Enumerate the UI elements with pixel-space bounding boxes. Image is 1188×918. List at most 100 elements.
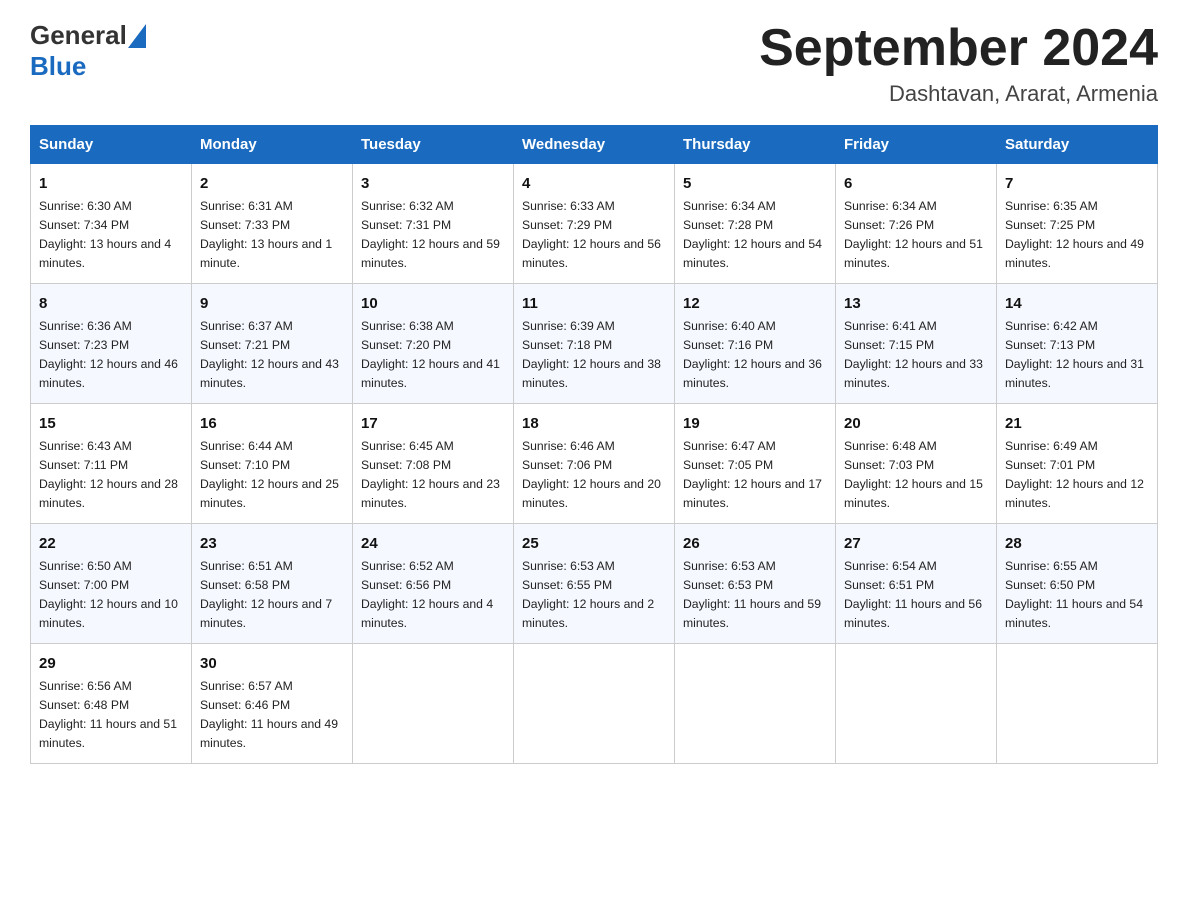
- calendar-cell: 15Sunrise: 6:43 AMSunset: 7:11 PMDayligh…: [31, 403, 192, 523]
- day-number: 8: [39, 292, 183, 315]
- calendar-cell: 26Sunrise: 6:53 AMSunset: 6:53 PMDayligh…: [675, 523, 836, 643]
- day-info: Sunrise: 6:56 AMSunset: 6:48 PMDaylight:…: [39, 677, 183, 753]
- location-subtitle: Dashtavan, Ararat, Armenia: [759, 81, 1158, 107]
- day-number: 3: [361, 172, 505, 195]
- day-info: Sunrise: 6:40 AMSunset: 7:16 PMDaylight:…: [683, 317, 827, 393]
- calendar-cell: 10Sunrise: 6:38 AMSunset: 7:20 PMDayligh…: [353, 284, 514, 404]
- day-number: 10: [361, 292, 505, 315]
- day-number: 27: [844, 532, 988, 555]
- calendar-cell: 11Sunrise: 6:39 AMSunset: 7:18 PMDayligh…: [514, 284, 675, 404]
- day-info: Sunrise: 6:34 AMSunset: 7:26 PMDaylight:…: [844, 197, 988, 273]
- day-number: 9: [200, 292, 344, 315]
- day-info: Sunrise: 6:55 AMSunset: 6:50 PMDaylight:…: [1005, 557, 1149, 633]
- day-info: Sunrise: 6:53 AMSunset: 6:53 PMDaylight:…: [683, 557, 827, 633]
- title-block: September 2024 Dashtavan, Ararat, Armeni…: [759, 20, 1158, 107]
- calendar-cell: 30Sunrise: 6:57 AMSunset: 6:46 PMDayligh…: [192, 643, 353, 763]
- col-header-thursday: Thursday: [675, 126, 836, 164]
- calendar-cell: 24Sunrise: 6:52 AMSunset: 6:56 PMDayligh…: [353, 523, 514, 643]
- day-number: 5: [683, 172, 827, 195]
- logo-blue-text: Blue: [30, 51, 86, 81]
- day-info: Sunrise: 6:51 AMSunset: 6:58 PMDaylight:…: [200, 557, 344, 633]
- calendar-cell: 14Sunrise: 6:42 AMSunset: 7:13 PMDayligh…: [997, 284, 1158, 404]
- calendar-cell: 20Sunrise: 6:48 AMSunset: 7:03 PMDayligh…: [836, 403, 997, 523]
- day-info: Sunrise: 6:44 AMSunset: 7:10 PMDaylight:…: [200, 437, 344, 513]
- calendar-cell: 7Sunrise: 6:35 AMSunset: 7:25 PMDaylight…: [997, 164, 1158, 284]
- day-info: Sunrise: 6:47 AMSunset: 7:05 PMDaylight:…: [683, 437, 827, 513]
- calendar-cell: 19Sunrise: 6:47 AMSunset: 7:05 PMDayligh…: [675, 403, 836, 523]
- col-header-sunday: Sunday: [31, 126, 192, 164]
- day-number: 6: [844, 172, 988, 195]
- day-info: Sunrise: 6:36 AMSunset: 7:23 PMDaylight:…: [39, 317, 183, 393]
- day-number: 19: [683, 412, 827, 435]
- calendar-cell: 8Sunrise: 6:36 AMSunset: 7:23 PMDaylight…: [31, 284, 192, 404]
- day-info: Sunrise: 6:54 AMSunset: 6:51 PMDaylight:…: [844, 557, 988, 633]
- day-number: 21: [1005, 412, 1149, 435]
- calendar-cell: 12Sunrise: 6:40 AMSunset: 7:16 PMDayligh…: [675, 284, 836, 404]
- day-number: 13: [844, 292, 988, 315]
- calendar-cell: 29Sunrise: 6:56 AMSunset: 6:48 PMDayligh…: [31, 643, 192, 763]
- day-number: 22: [39, 532, 183, 555]
- day-number: 17: [361, 412, 505, 435]
- calendar-cell: 5Sunrise: 6:34 AMSunset: 7:28 PMDaylight…: [675, 164, 836, 284]
- day-number: 7: [1005, 172, 1149, 195]
- calendar-cell: 9Sunrise: 6:37 AMSunset: 7:21 PMDaylight…: [192, 284, 353, 404]
- calendar-cell: 21Sunrise: 6:49 AMSunset: 7:01 PMDayligh…: [997, 403, 1158, 523]
- day-info: Sunrise: 6:42 AMSunset: 7:13 PMDaylight:…: [1005, 317, 1149, 393]
- day-number: 12: [683, 292, 827, 315]
- calendar-cell: 3Sunrise: 6:32 AMSunset: 7:31 PMDaylight…: [353, 164, 514, 284]
- calendar-cell: 13Sunrise: 6:41 AMSunset: 7:15 PMDayligh…: [836, 284, 997, 404]
- day-info: Sunrise: 6:33 AMSunset: 7:29 PMDaylight:…: [522, 197, 666, 273]
- day-number: 11: [522, 292, 666, 315]
- col-header-monday: Monday: [192, 126, 353, 164]
- day-info: Sunrise: 6:50 AMSunset: 7:00 PMDaylight:…: [39, 557, 183, 633]
- calendar-week-row: 1Sunrise: 6:30 AMSunset: 7:34 PMDaylight…: [31, 164, 1158, 284]
- calendar-cell: 23Sunrise: 6:51 AMSunset: 6:58 PMDayligh…: [192, 523, 353, 643]
- day-number: 1: [39, 172, 183, 195]
- day-number: 23: [200, 532, 344, 555]
- day-number: 16: [200, 412, 344, 435]
- day-info: Sunrise: 6:30 AMSunset: 7:34 PMDaylight:…: [39, 197, 183, 273]
- calendar-cell: 1Sunrise: 6:30 AMSunset: 7:34 PMDaylight…: [31, 164, 192, 284]
- day-number: 30: [200, 652, 344, 675]
- calendar-cell: [836, 643, 997, 763]
- day-number: 14: [1005, 292, 1149, 315]
- calendar-cell: [997, 643, 1158, 763]
- day-info: Sunrise: 6:45 AMSunset: 7:08 PMDaylight:…: [361, 437, 505, 513]
- day-number: 29: [39, 652, 183, 675]
- calendar-cell: 28Sunrise: 6:55 AMSunset: 6:50 PMDayligh…: [997, 523, 1158, 643]
- day-number: 26: [683, 532, 827, 555]
- calendar-header-row: SundayMondayTuesdayWednesdayThursdayFrid…: [31, 126, 1158, 164]
- day-info: Sunrise: 6:31 AMSunset: 7:33 PMDaylight:…: [200, 197, 344, 273]
- calendar-week-row: 8Sunrise: 6:36 AMSunset: 7:23 PMDaylight…: [31, 284, 1158, 404]
- logo-general-text: General: [30, 20, 127, 51]
- col-header-friday: Friday: [836, 126, 997, 164]
- calendar-week-row: 22Sunrise: 6:50 AMSunset: 7:00 PMDayligh…: [31, 523, 1158, 643]
- day-info: Sunrise: 6:46 AMSunset: 7:06 PMDaylight:…: [522, 437, 666, 513]
- day-number: 24: [361, 532, 505, 555]
- calendar-cell: [675, 643, 836, 763]
- logo: General Blue: [30, 20, 147, 82]
- month-year-title: September 2024: [759, 20, 1158, 77]
- day-number: 20: [844, 412, 988, 435]
- calendar-cell: [514, 643, 675, 763]
- calendar-cell: 27Sunrise: 6:54 AMSunset: 6:51 PMDayligh…: [836, 523, 997, 643]
- day-info: Sunrise: 6:48 AMSunset: 7:03 PMDaylight:…: [844, 437, 988, 513]
- calendar-cell: 22Sunrise: 6:50 AMSunset: 7:00 PMDayligh…: [31, 523, 192, 643]
- day-info: Sunrise: 6:57 AMSunset: 6:46 PMDaylight:…: [200, 677, 344, 753]
- day-info: Sunrise: 6:39 AMSunset: 7:18 PMDaylight:…: [522, 317, 666, 393]
- day-info: Sunrise: 6:38 AMSunset: 7:20 PMDaylight:…: [361, 317, 505, 393]
- day-info: Sunrise: 6:43 AMSunset: 7:11 PMDaylight:…: [39, 437, 183, 513]
- page-header: General Blue September 2024 Dashtavan, A…: [30, 20, 1158, 107]
- day-info: Sunrise: 6:49 AMSunset: 7:01 PMDaylight:…: [1005, 437, 1149, 513]
- col-header-saturday: Saturday: [997, 126, 1158, 164]
- logo-triangle-icon: [128, 24, 146, 48]
- day-number: 28: [1005, 532, 1149, 555]
- calendar-cell: [353, 643, 514, 763]
- calendar-cell: 4Sunrise: 6:33 AMSunset: 7:29 PMDaylight…: [514, 164, 675, 284]
- day-number: 15: [39, 412, 183, 435]
- day-number: 18: [522, 412, 666, 435]
- day-info: Sunrise: 6:37 AMSunset: 7:21 PMDaylight:…: [200, 317, 344, 393]
- calendar-cell: 6Sunrise: 6:34 AMSunset: 7:26 PMDaylight…: [836, 164, 997, 284]
- calendar-table: SundayMondayTuesdayWednesdayThursdayFrid…: [30, 125, 1158, 763]
- calendar-cell: 25Sunrise: 6:53 AMSunset: 6:55 PMDayligh…: [514, 523, 675, 643]
